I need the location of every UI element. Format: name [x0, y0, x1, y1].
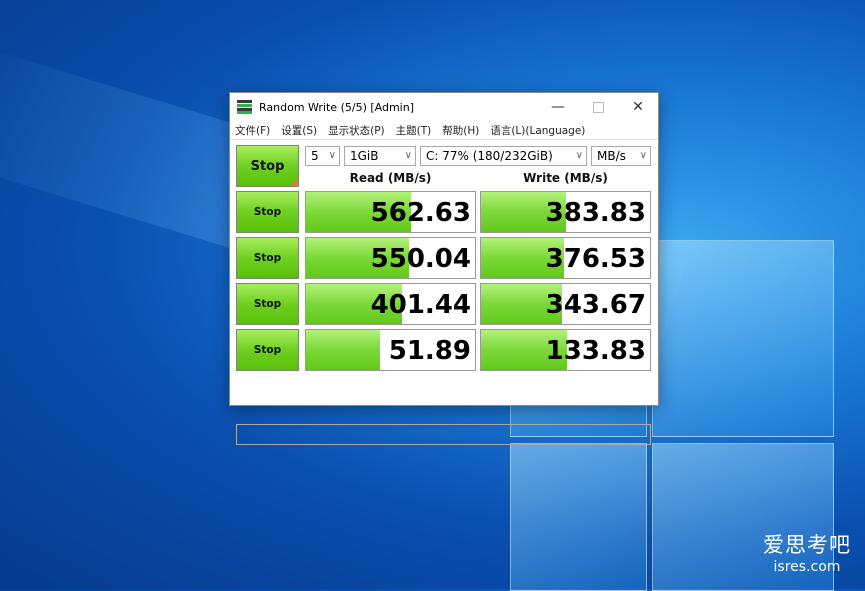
row-stop-button[interactable]: Stop	[236, 283, 299, 325]
row-stop-button[interactable]: Stop	[236, 191, 299, 233]
all-stop-label: Stop	[250, 158, 285, 174]
menu-profile[interactable]: 显示状态(P)	[328, 123, 385, 138]
menu-bar: 文件(F) 设置(S) 显示状态(P) 主题(T) 帮助(H) 语言(L)(La…	[230, 121, 658, 139]
menu-help[interactable]: 帮助(H)	[442, 123, 479, 138]
drive-select[interactable]: C: 77% (180/232GiB) ∨	[420, 146, 587, 166]
maximize-icon	[592, 101, 604, 113]
write-result-cell: 383.83	[480, 191, 651, 233]
write-result-cell: 133.83	[480, 329, 651, 371]
app-icon	[237, 100, 252, 114]
read-result-cell: 550.04	[305, 237, 476, 279]
read-result-value: 51.89	[388, 336, 471, 366]
crystaldiskmark-window: Random Write (5/5) [Admin] — ✕ 文件(F) 设置(…	[229, 92, 659, 445]
read-result-cell: 562.63	[305, 191, 476, 233]
menu-theme[interactable]: 主题(T)	[396, 123, 432, 138]
maximize-button[interactable]	[578, 93, 618, 121]
read-column-header: Read (MB/s)	[349, 171, 432, 185]
read-result-value: 550.04	[370, 244, 471, 274]
row-stop-button[interactable]: Stop	[236, 329, 299, 371]
minimize-button[interactable]: —	[538, 93, 578, 121]
menu-language[interactable]: 语言(L)(Language)	[490, 123, 585, 138]
corner-marker-icon	[290, 178, 298, 186]
write-result-value: 376.53	[545, 244, 646, 274]
write-result-value: 383.83	[545, 198, 646, 228]
all-stop-button[interactable]: Stop	[236, 145, 299, 187]
read-result-cell: 401.44	[305, 283, 476, 325]
row-stop-button[interactable]: Stop	[236, 237, 299, 279]
watermark-logo: 爱思考吧	[763, 533, 851, 557]
title-bar[interactable]: Random Write (5/5) [Admin] — ✕	[230, 93, 658, 121]
write-column-header: Write (MB/s)	[523, 171, 608, 185]
read-result-value: 401.44	[370, 290, 471, 320]
read-result-bar	[306, 330, 381, 370]
test-size-value: 1GiB	[350, 149, 379, 163]
chevron-down-icon: ∨	[404, 150, 412, 161]
write-result-value: 343.67	[545, 290, 646, 320]
menu-settings[interactable]: 设置(S)	[281, 123, 317, 138]
read-result-value: 562.63	[370, 198, 471, 228]
write-result-cell: 343.67	[480, 283, 651, 325]
menu-file[interactable]: 文件(F)	[235, 123, 270, 138]
write-result-value: 133.83	[545, 336, 646, 366]
watermark: 爱思考吧 isres.com	[763, 529, 851, 575]
watermark-url: isres.com	[773, 559, 841, 575]
test-count-value: 5	[311, 149, 319, 163]
unit-value: MB/s	[597, 149, 626, 163]
chevron-down-icon: ∨	[575, 150, 583, 161]
benchmark-panel: Stop 5 ∨ 1GiB ∨ C: 77% (180/232GiB) ∨ MB/s ∨…	[230, 140, 658, 445]
status-bar	[236, 424, 651, 445]
read-result-cell: 51.89	[305, 329, 476, 371]
window-title: Random Write (5/5) [Admin]	[259, 100, 414, 114]
test-count-select[interactable]: 5 ∨	[305, 146, 340, 166]
unit-select[interactable]: MB/s ∨	[591, 146, 651, 166]
test-size-select[interactable]: 1GiB ∨	[344, 146, 416, 166]
drive-value: C: 77% (180/232GiB)	[426, 149, 553, 163]
chevron-down-icon: ∨	[639, 150, 647, 161]
write-result-cell: 376.53	[480, 237, 651, 279]
chevron-down-icon: ∨	[328, 150, 336, 161]
close-button[interactable]: ✕	[618, 93, 658, 121]
